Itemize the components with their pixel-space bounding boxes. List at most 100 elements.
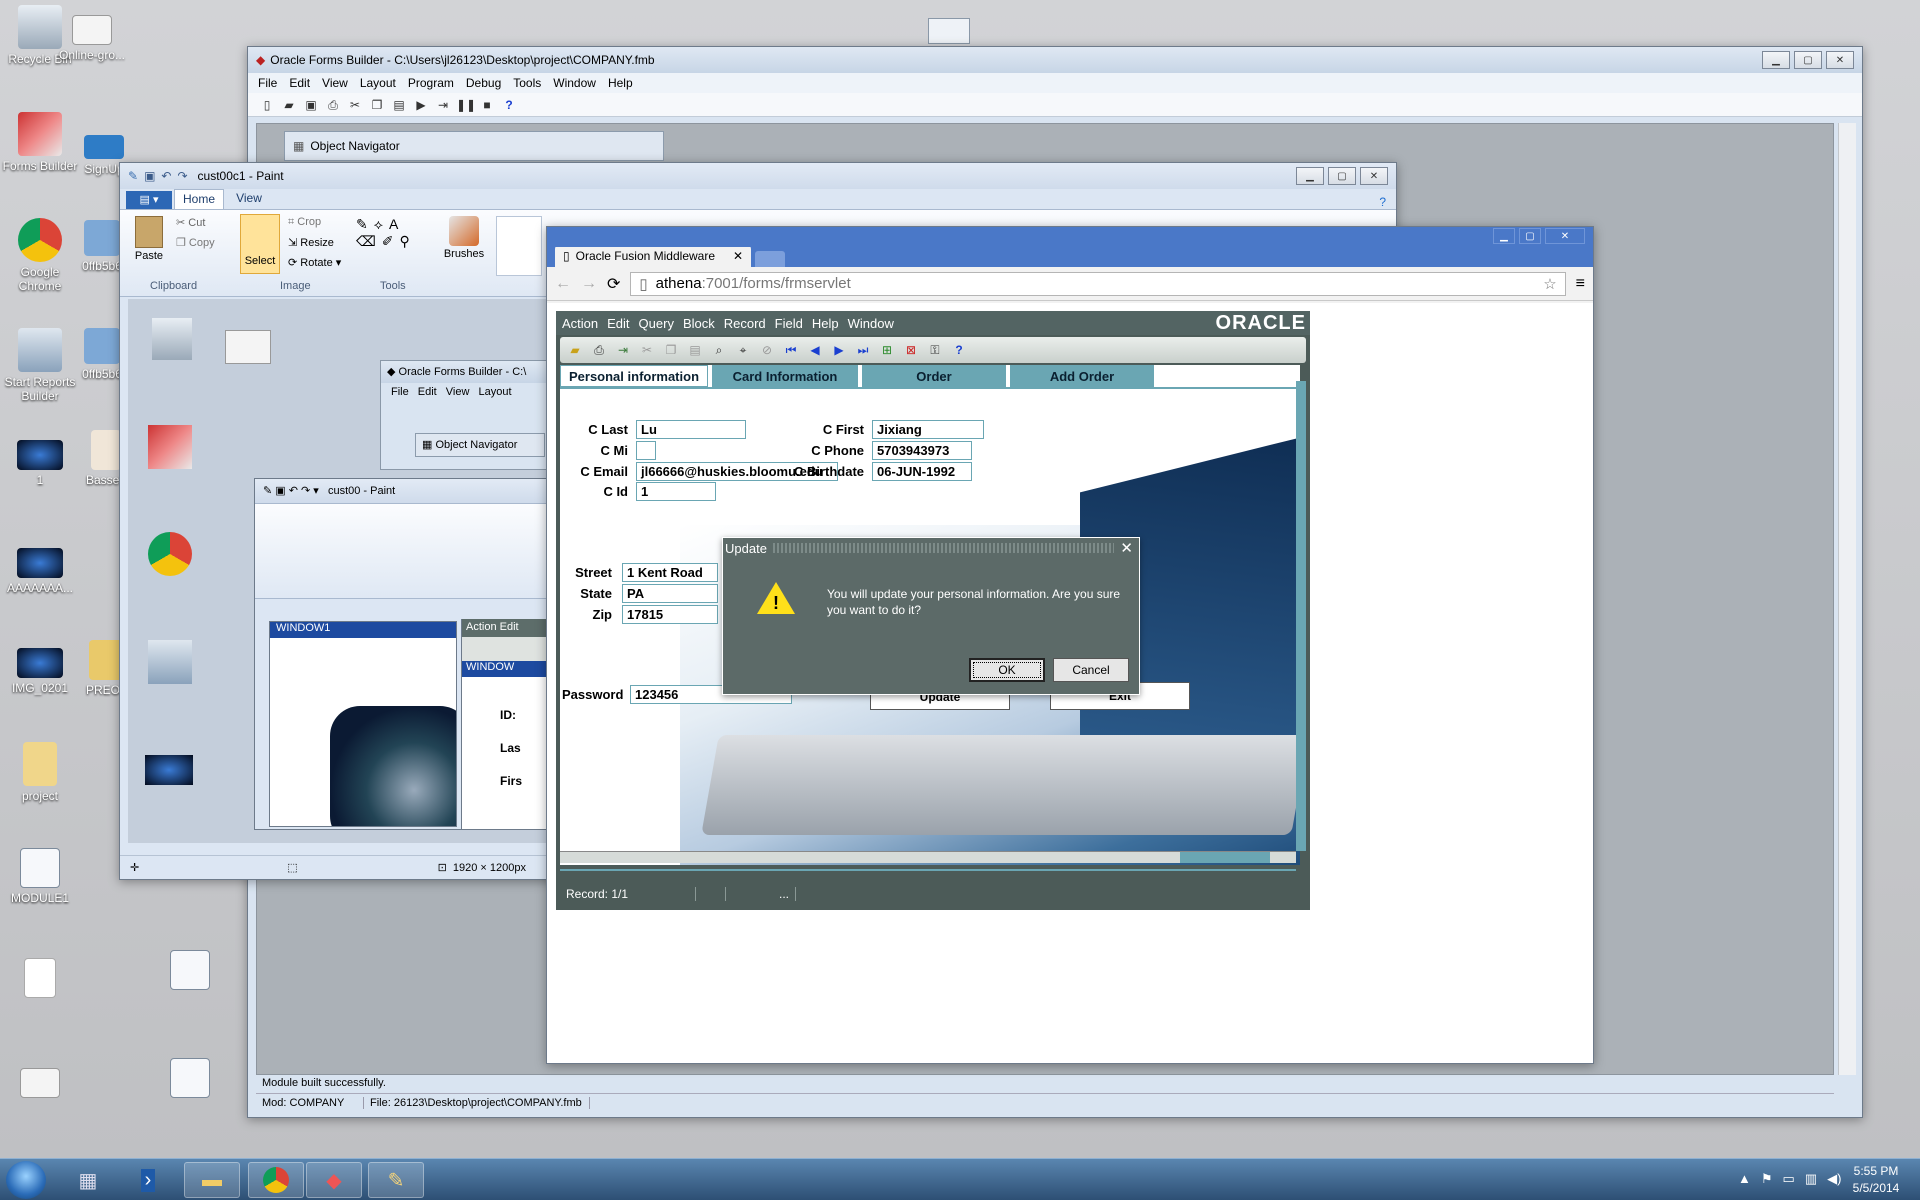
browser-tab[interactable]: ▯ Oracle Fusion Middleware ✕ <box>555 245 751 267</box>
cancel-query-icon[interactable]: ⊘ <box>758 341 776 359</box>
taskbar-explorer[interactable]: ▬ <box>184 1162 240 1198</box>
exit-icon[interactable]: ⇥ <box>614 341 632 359</box>
desktop-icon-paint-shortcut[interactable] <box>0 1068 80 1101</box>
maximize-button[interactable]: ▢ <box>1328 167 1356 185</box>
run-icon[interactable]: ▶ <box>412 96 430 114</box>
address-bar[interactable]: ▯ athena :7001/forms/frmservlet ☆ <box>630 271 1566 296</box>
form-menu-edit[interactable]: Edit <box>607 316 629 331</box>
paste-icon[interactable]: ▤ <box>686 341 704 359</box>
redo-icon[interactable]: ↷ <box>177 169 187 183</box>
vertical-scrollbar[interactable] <box>1838 123 1856 1075</box>
close-button[interactable]: ✕ <box>1360 167 1388 185</box>
tools-palette[interactable]: ✎⟡A ⌫✐⚲ <box>356 216 416 250</box>
help-icon[interactable]: ? <box>1379 195 1386 209</box>
open-icon[interactable]: ▰ <box>280 96 298 114</box>
form-menu-window[interactable]: Window <box>848 316 894 331</box>
close-icon[interactable]: ✕ <box>1120 539 1133 557</box>
cancel-button[interactable]: Cancel <box>1053 658 1129 682</box>
minimize-button[interactable]: ▁ <box>1762 51 1790 69</box>
enter-query-icon[interactable]: ⌕ <box>710 341 728 359</box>
c-id-field[interactable]: 1 <box>636 482 716 501</box>
select-button[interactable]: Select <box>240 214 280 274</box>
save-icon[interactable]: ▣ <box>144 169 155 183</box>
battery-icon[interactable]: ▭ <box>1783 1171 1795 1187</box>
help-icon[interactable]: ? <box>950 341 968 359</box>
desktop-icon-project[interactable]: project <box>0 742 80 803</box>
maximize-button[interactable]: ▢ <box>1794 51 1822 69</box>
start-button[interactable] <box>6 1161 46 1199</box>
first-record-icon[interactable]: ⏮ <box>782 341 800 359</box>
object-navigator-window[interactable]: ▦ Object Navigator <box>284 131 664 161</box>
resize-button[interactable]: ⇲ Resize <box>288 236 334 249</box>
reload-icon[interactable]: ⟳ <box>607 274 620 294</box>
taskbar-powershell[interactable]: › <box>120 1162 176 1198</box>
action-center-icon[interactable]: ⚑ <box>1761 1171 1773 1187</box>
paste-icon[interactable]: ▤ <box>390 96 408 114</box>
last-record-icon[interactable]: ⏭ <box>854 341 872 359</box>
c-birthdate-field[interactable]: 06-JUN-1992 <box>872 462 972 481</box>
tab-home[interactable]: Home <box>174 189 224 209</box>
c-mi-field[interactable] <box>636 441 656 460</box>
delete-record-icon[interactable]: ⊠ <box>902 341 920 359</box>
street-field[interactable]: 1 Kent Road <box>622 563 718 582</box>
cut-icon[interactable]: ✂ <box>346 96 364 114</box>
desktop-icon-module-3[interactable] <box>150 1058 230 1101</box>
brushes-button[interactable]: Brushes <box>442 216 486 260</box>
help-icon[interactable]: ? <box>500 96 518 114</box>
menu-view[interactable]: View <box>322 76 348 90</box>
close-button[interactable]: ✕ <box>1545 228 1585 244</box>
shapes-gallery[interactable] <box>496 216 542 276</box>
menu-help[interactable]: Help <box>608 76 633 90</box>
form-menu-action[interactable]: Action <box>562 316 598 331</box>
print-icon[interactable]: ⎙ <box>324 96 342 114</box>
lock-record-icon[interactable]: ⚿ <box>926 341 944 359</box>
copy-icon[interactable]: ❐ <box>662 341 680 359</box>
menu-file[interactable]: File <box>258 76 277 90</box>
form-menu-help[interactable]: Help <box>812 316 839 331</box>
stop-icon[interactable]: ■ <box>478 96 496 114</box>
form-menu-record[interactable]: Record <box>724 316 766 331</box>
paste-button[interactable]: Paste <box>132 216 166 262</box>
print-icon[interactable]: ⎙ <box>590 341 608 359</box>
maximize-button[interactable]: ▢ <box>1519 228 1541 244</box>
tab-personal-information[interactable]: Personal information <box>560 365 708 387</box>
network-status-icon[interactable]: ▥ <box>1805 1171 1817 1187</box>
form-vertical-scrollbar[interactable] <box>1296 381 1306 851</box>
desktop-icon-online-gro[interactable]: Online-gro... <box>52 15 132 62</box>
c-first-field[interactable]: Jixiang <box>872 420 984 439</box>
desktop-icon-module1[interactable]: MODULE1 <box>0 848 80 905</box>
taskbar-chrome[interactable] <box>248 1162 304 1198</box>
clock[interactable]: 5:55 PM 5/5/2014 <box>1840 1163 1912 1197</box>
insert-record-icon[interactable]: ⊞ <box>878 341 896 359</box>
c-phone-field[interactable]: 5703943973 <box>872 441 972 460</box>
form-menu-field[interactable]: Field <box>775 316 803 331</box>
menu-icon[interactable]: ≡ <box>1576 275 1585 293</box>
menu-program[interactable]: Program <box>408 76 454 90</box>
crop-button[interactable]: ⌗ Crop <box>288 216 321 229</box>
c-last-field[interactable]: Lu <box>636 420 746 439</box>
back-icon[interactable]: ← <box>555 275 571 293</box>
form-menu-block[interactable]: Block <box>683 316 715 331</box>
rotate-button[interactable]: ⟳ Rotate ▾ <box>288 256 341 269</box>
menu-tools[interactable]: Tools <box>513 76 541 90</box>
new-icon[interactable]: ▯ <box>258 96 276 114</box>
form-scroll-thumb[interactable] <box>1180 852 1270 863</box>
minimize-button[interactable]: ▁ <box>1493 228 1515 244</box>
copy-icon[interactable]: ❐ <box>368 96 386 114</box>
close-button[interactable]: ✕ <box>1826 51 1854 69</box>
ok-button[interactable]: OK <box>969 658 1045 682</box>
minimize-button[interactable]: ▁ <box>1296 167 1324 185</box>
taskbar-paint[interactable]: ✎ <box>368 1162 424 1198</box>
forward-icon[interactable]: → <box>581 275 597 293</box>
paint-menu-button[interactable]: ▤ ▾ <box>126 191 172 209</box>
desktop-icon-aaaaaaa[interactable]: AAAAAAA... <box>0 548 80 595</box>
tray-expand-icon[interactable]: ▲ <box>1738 1171 1751 1187</box>
new-tab-button[interactable] <box>755 251 785 267</box>
copy-button[interactable]: ❐ Copy <box>176 236 215 249</box>
form-horizontal-scrollbar[interactable] <box>560 851 1296 863</box>
step-icon[interactable]: ⇥ <box>434 96 452 114</box>
next-record-icon[interactable]: ▶ <box>830 341 848 359</box>
pause-icon[interactable]: ❚❚ <box>456 96 476 114</box>
menu-layout[interactable]: Layout <box>360 76 396 90</box>
zip-field[interactable]: 17815 <box>622 605 718 624</box>
